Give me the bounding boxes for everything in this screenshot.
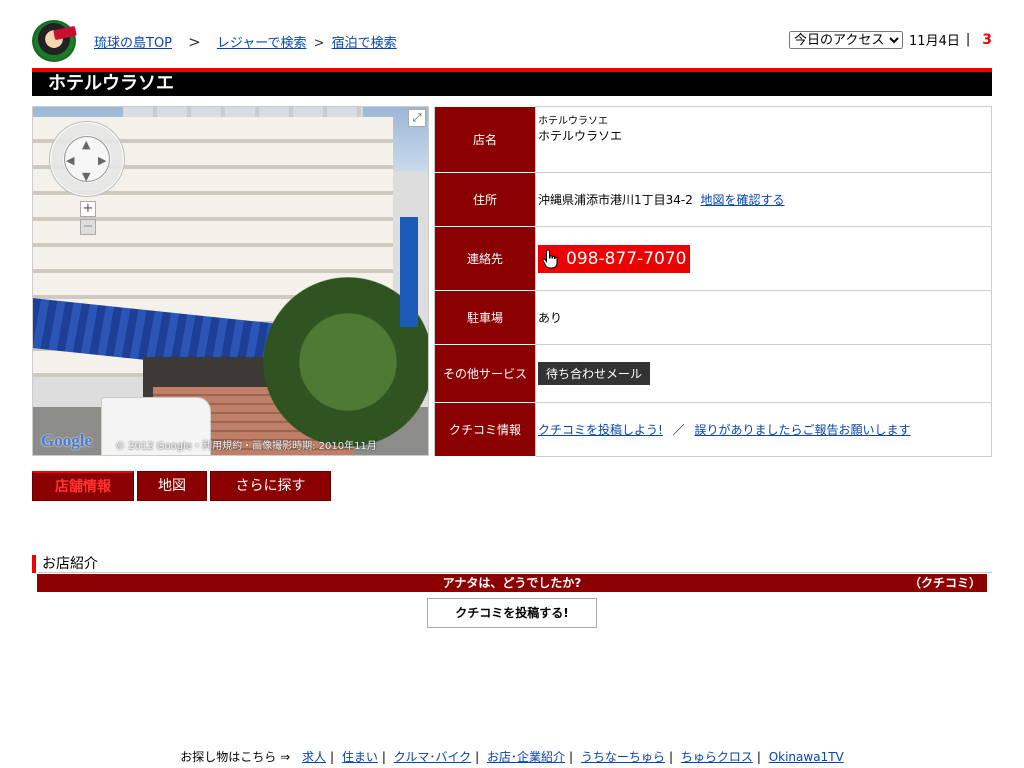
tab-map[interactable]: 地図 [137, 471, 207, 501]
table-row: 住所 沖縄県浦添市港川1丁目34-2 地図を確認する [434, 172, 992, 227]
info-label-address: 住所 [434, 172, 536, 227]
map-check-link[interactable]: 地図を確認する [701, 193, 785, 207]
meetup-mail-button[interactable]: 待ち合わせメール [538, 362, 651, 385]
phone-call-button[interactable]: 098-877-7070 [538, 244, 691, 273]
report-error-link[interactable]: 誤りがありましたらご報告お願いします [694, 423, 910, 437]
breadcrumb: 琉球の島TOP > レジャーで検索 > 宿泊で検索 [94, 32, 397, 51]
table-row: クチコミ情報 クチコミを投稿しよう! ／ 誤りがありましたらご報告お願いします [434, 402, 992, 457]
info-label-services: その他サービス [434, 344, 536, 403]
footer-link-uchinaa[interactable]: うちなーちゅら [581, 750, 665, 764]
post-review-link[interactable]: クチコミを投稿しよう! [538, 423, 663, 437]
table-row: 駐車場 あり [434, 290, 992, 345]
review-prompt-bar: アナタは、どうでしたか? （クチコミ） [37, 574, 987, 592]
street-view-panel[interactable]: ▲ ▼ ◀ ▶ + − ⤢ Google © 2012 Google・利用規約・… [32, 106, 429, 456]
info-label-name: 店名 [434, 106, 536, 173]
expand-icon[interactable]: ⤢ [408, 109, 426, 127]
page-title: ホテルウラソエ [48, 73, 174, 94]
footer-link-okinawa1tv[interactable]: Okinawa1TV [769, 750, 844, 764]
google-logo: Google [41, 431, 92, 450]
info-value-name: ホテルウラソエ ホテルウラソエ [535, 106, 992, 173]
footer-link-churacross[interactable]: ちゅらクロス [681, 750, 753, 764]
post-review-button[interactable]: クチコミを投稿する! [427, 598, 597, 628]
phone-number: 098-877-7070 [566, 248, 687, 269]
page-title-bar: ホテルウラソエ [32, 68, 992, 96]
footer-link-housing[interactable]: 住まい [342, 750, 378, 764]
breadcrumb-separator: > [313, 36, 325, 51]
breadcrumb-top-link[interactable]: 琉球の島TOP [94, 36, 172, 51]
access-divider: | [965, 32, 971, 47]
street-view-copyright: © 2012 Google・利用規約・画像撮影時期: 2010年11月 [115, 441, 377, 452]
footer-link-cars[interactable]: クルマ･バイク [394, 750, 471, 764]
heading-divider [38, 572, 992, 573]
table-row: 店名 ホテルウラソエ ホテルウラソエ [434, 106, 992, 173]
breadcrumb-leisure-link[interactable]: レジャーで検索 [217, 36, 307, 51]
footer-link-jobs[interactable]: 求人 [302, 750, 326, 764]
street-view-sign [400, 217, 418, 327]
pan-right-arrow-icon[interactable]: ▶ [98, 154, 106, 167]
breadcrumb-separator: > [188, 33, 201, 51]
info-label-parking: 駐車場 [434, 290, 536, 345]
breadcrumb-lodging-link[interactable]: 宿泊で検索 [332, 36, 397, 51]
access-date: 11月4日 [909, 34, 960, 49]
info-value-services: 待ち合わせメール [535, 344, 992, 403]
review-label: （クチコミ） [908, 576, 981, 590]
tab-shop-info[interactable]: 店舗情報 [32, 471, 134, 501]
footer-label: お探し物はこちら ⇒ [180, 750, 291, 764]
info-value-parking: あり [535, 290, 992, 345]
shop-name-kana: ホテルウラソエ [538, 115, 608, 127]
table-row: 連絡先 098-877-7070 [434, 226, 992, 291]
info-label-contact: 連絡先 [434, 226, 536, 291]
shop-intro-heading: お店紹介 [32, 555, 98, 573]
shop-info-table: 店名 ホテルウラソエ ホテルウラソエ 住所 沖縄県浦添市港川1丁目34-2 地図… [434, 106, 992, 457]
info-value-address: 沖縄県浦添市港川1丁目34-2 地図を確認する [535, 172, 992, 227]
address-text: 沖縄県浦添市港川1丁目34-2 [538, 193, 693, 207]
street-view-zoom-control: + − [80, 201, 96, 235]
info-value-contact: 098-877-7070 [535, 226, 992, 291]
site-logo[interactable] [32, 20, 77, 62]
zoom-out-icon[interactable]: − [80, 219, 96, 235]
info-value-reviews: クチコミを投稿しよう! ／ 誤りがありましたらご報告お願いします [535, 402, 992, 457]
logo-band [53, 25, 77, 41]
info-label-reviews: クチコミ情報 [434, 402, 536, 457]
access-period-select[interactable]: 今日のアクセス [789, 30, 904, 49]
access-counter: 今日のアクセス 11月4日 | 3 [789, 30, 992, 49]
access-count: 3 [982, 31, 992, 48]
pan-left-arrow-icon[interactable]: ◀ [66, 154, 74, 167]
pan-down-arrow-icon[interactable]: ▼ [82, 170, 90, 183]
street-view-pan-control[interactable]: ▲ ▼ ◀ ▶ [49, 121, 125, 197]
zoom-in-icon[interactable]: + [80, 201, 96, 217]
shop-tabs: 店舗情報 地図 さらに探す [32, 471, 331, 501]
link-separator: ／ [672, 423, 685, 437]
header: 琉球の島TOP > レジャーで検索 > 宿泊で検索 今日のアクセス 11月4日 … [32, 18, 992, 62]
footer-links: お探し物はこちら ⇒ 求人 | 住まい | クルマ･バイク | お店･企業紹介 | うち… [180, 750, 844, 764]
shop-name: ホテルウラソエ [538, 128, 623, 143]
review-question: アナタは、どうでしたか? [442, 576, 582, 590]
pointing-hand-icon [542, 248, 560, 269]
table-row: その他サービス 待ち合わせメール [434, 344, 992, 403]
footer-link-shops[interactable]: お店･企業紹介 [487, 750, 565, 764]
tab-search-more[interactable]: さらに探す [210, 471, 331, 501]
pan-up-arrow-icon[interactable]: ▲ [82, 138, 90, 151]
